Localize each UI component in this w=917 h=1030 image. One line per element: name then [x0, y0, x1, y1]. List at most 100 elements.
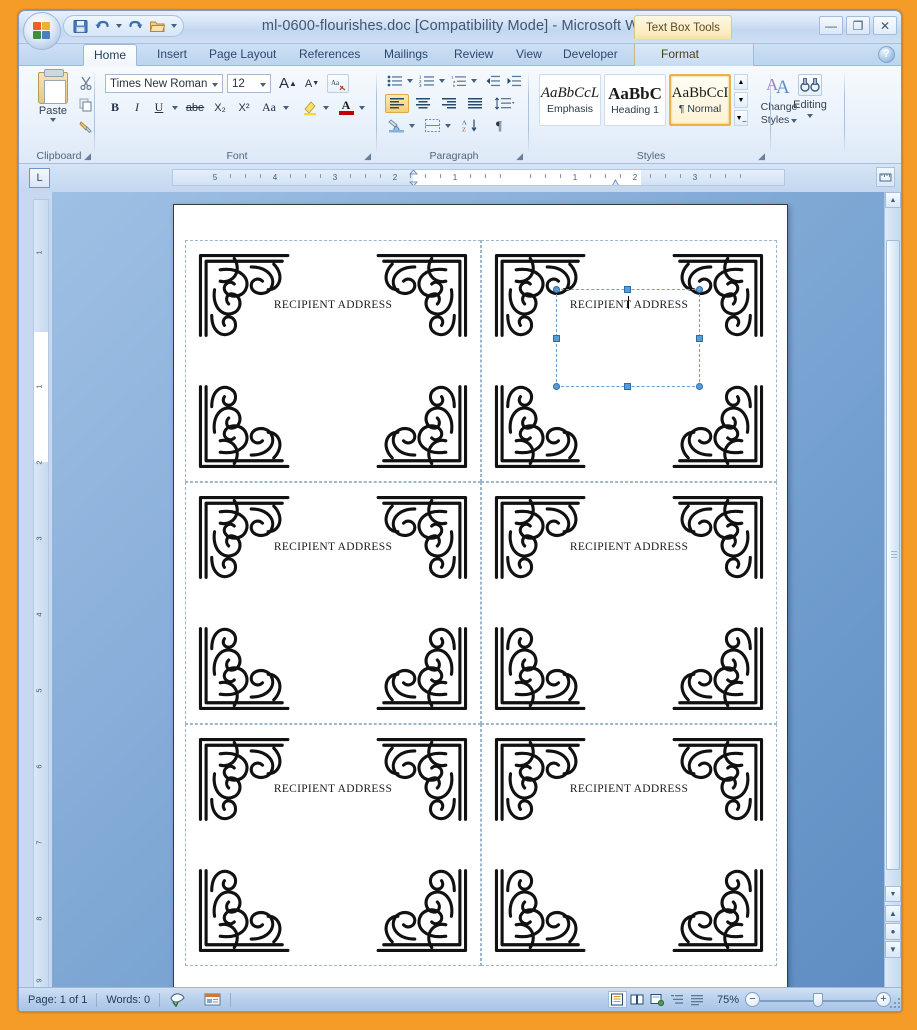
maximize-button[interactable]: ❐ — [846, 16, 870, 35]
tab-references[interactable]: References — [289, 44, 370, 66]
highlight-dropdown-icon[interactable] — [321, 98, 331, 117]
view-ruler-button[interactable] — [876, 167, 895, 187]
editing-dropdown-icon[interactable] — [807, 114, 813, 118]
tab-developer[interactable]: Developer — [553, 44, 628, 66]
format-painter-button[interactable] — [77, 118, 94, 135]
label-cell-1[interactable]: RECIPIENT ADDRESS — [185, 240, 481, 482]
strikethrough-button[interactable]: abe — [183, 98, 207, 117]
bullets-dropdown-icon[interactable] — [405, 72, 414, 90]
multilevel-dropdown-icon[interactable] — [469, 72, 478, 90]
decrease-indent-button[interactable] — [483, 72, 503, 90]
superscript-button[interactable]: X² — [233, 98, 255, 117]
font-color-dropdown-icon[interactable] — [357, 98, 367, 117]
zoom-slider-handle[interactable] — [813, 992, 823, 1007]
draft-view-button[interactable] — [688, 991, 707, 1008]
scrollbar-thumb[interactable] — [886, 240, 900, 870]
full-screen-reading-view-button[interactable] — [628, 991, 647, 1008]
style-card-emphasis[interactable]: AaBbCcL Emphasis — [539, 74, 601, 126]
page-indicator[interactable]: Page: 1 of 1 — [19, 991, 96, 1009]
redo-icon[interactable] — [127, 18, 144, 35]
align-center-button[interactable] — [411, 94, 435, 113]
font-name-combobox[interactable]: Times New Roman — [105, 74, 223, 93]
tab-format[interactable]: Format — [651, 44, 709, 66]
resize-handle-top-center[interactable] — [624, 286, 632, 293]
shading-dropdown-icon[interactable] — [407, 116, 416, 135]
language-button[interactable] — [195, 991, 230, 1009]
paste-dropdown-icon[interactable] — [50, 118, 56, 122]
vertical-ruler[interactable]: 1 1 2 3 4 5 6 7 8 9 — [33, 199, 49, 999]
office-button[interactable] — [23, 12, 61, 50]
scroll-down-button[interactable]: ▼ — [885, 886, 901, 902]
cut-button[interactable] — [77, 74, 94, 91]
show-formatting-marks-button[interactable]: ¶ — [487, 116, 511, 135]
tab-review[interactable]: Review — [444, 44, 503, 66]
subscript-button[interactable]: X₂ — [209, 98, 231, 117]
proofing-errors-button[interactable] — [160, 991, 195, 1009]
resize-handle-middle-left[interactable] — [552, 334, 560, 342]
grow-font-button[interactable]: A ▲ — [277, 74, 299, 93]
label-cell-2[interactable]: RECIPIENT ADDRESS — [481, 240, 777, 482]
numbering-button[interactable]: 123 — [417, 72, 437, 90]
justify-button[interactable] — [463, 94, 487, 113]
label-text-1[interactable]: RECIPIENT ADDRESS — [186, 299, 480, 311]
outline-view-button[interactable] — [668, 991, 687, 1008]
tab-view[interactable]: View — [506, 44, 552, 66]
increase-indent-button[interactable] — [504, 72, 524, 90]
minimize-button[interactable]: — — [819, 16, 843, 35]
resize-handle-top-left[interactable] — [552, 286, 560, 293]
resize-grip-icon[interactable] — [889, 997, 901, 1009]
web-layout-view-button[interactable] — [648, 991, 667, 1008]
tab-page-layout[interactable]: Page Layout — [199, 44, 286, 66]
font-size-dropdown-icon[interactable] — [260, 83, 266, 87]
horizontal-ruler[interactable]: 5 4 3 2 1 1 2 3 — [172, 169, 785, 186]
print-layout-view-button[interactable] — [607, 991, 627, 1008]
multilevel-list-button[interactable]: 1ab — [449, 72, 469, 90]
sort-button[interactable]: AZ — [459, 116, 483, 135]
right-indent-marker[interactable] — [611, 178, 620, 185]
label-text-4[interactable]: RECIPIENT ADDRESS — [482, 541, 776, 553]
undo-icon[interactable] — [94, 18, 111, 35]
zoom-slider[interactable] — [760, 992, 876, 1008]
styles-scroll-up-button[interactable]: ▲ — [734, 74, 748, 90]
label-cell-6[interactable]: RECIPIENT ADDRESS — [481, 724, 777, 966]
clipboard-dialog-launcher[interactable]: ◢ — [84, 151, 91, 162]
label-text-6[interactable]: RECIPIENT ADDRESS — [482, 783, 776, 795]
text-highlight-button[interactable] — [299, 98, 321, 117]
label-text-3[interactable]: RECIPIENT ADDRESS — [186, 541, 480, 553]
help-icon[interactable]: ? — [878, 46, 895, 63]
tab-home[interactable]: Home — [83, 44, 138, 66]
line-spacing-button[interactable] — [492, 94, 518, 113]
change-case-dropdown-icon[interactable] — [281, 98, 291, 117]
underline-dropdown-icon[interactable] — [169, 98, 180, 117]
document-page[interactable]: RECIPIENT ADDRESS RECIPIENT ADDRESS RECI… — [173, 204, 788, 992]
resize-handle-bottom-center[interactable] — [624, 383, 632, 391]
borders-button[interactable] — [421, 116, 443, 135]
font-size-combobox[interactable]: 12 — [227, 74, 271, 93]
label-text-2[interactable]: RECIPIENT ADDRESS — [482, 299, 776, 311]
document-canvas[interactable]: RECIPIENT ADDRESS RECIPIENT ADDRESS RECI… — [52, 192, 888, 999]
label-cell-5[interactable]: RECIPIENT ADDRESS — [185, 724, 481, 966]
word-count[interactable]: Words: 0 — [97, 991, 159, 1009]
left-indent-marker[interactable] — [409, 170, 418, 185]
styles-scroll-down-button[interactable]: ▼ — [734, 92, 748, 108]
italic-button[interactable]: I — [127, 98, 147, 117]
previous-page-button[interactable]: ▲ — [885, 905, 901, 922]
underline-button[interactable]: U — [149, 98, 169, 117]
vertical-scrollbar[interactable]: ▲ ▼ ▲ ● ▼ — [884, 192, 901, 999]
undo-dropdown-icon[interactable] — [116, 24, 122, 28]
paragraph-dialog-launcher[interactable]: ◢ — [516, 151, 523, 162]
tab-insert[interactable]: Insert — [147, 44, 197, 66]
tab-stop-selector[interactable]: L — [29, 168, 50, 188]
label-text-5[interactable]: RECIPIENT ADDRESS — [186, 783, 480, 795]
align-left-button[interactable] — [385, 94, 409, 113]
resize-handle-middle-right[interactable] — [695, 334, 703, 342]
qat-customize-icon[interactable] — [171, 24, 177, 28]
styles-more-button[interactable]: ▼_ — [734, 110, 748, 126]
shrink-font-button[interactable]: A ▼ — [301, 74, 323, 93]
bold-button[interactable]: B — [105, 98, 125, 117]
borders-dropdown-icon[interactable] — [443, 116, 452, 135]
resize-handle-bottom-right[interactable] — [695, 383, 703, 391]
resize-handle-bottom-left[interactable] — [552, 383, 560, 391]
bullets-button[interactable] — [385, 72, 405, 90]
styles-dialog-launcher[interactable]: ◢ — [758, 151, 765, 162]
